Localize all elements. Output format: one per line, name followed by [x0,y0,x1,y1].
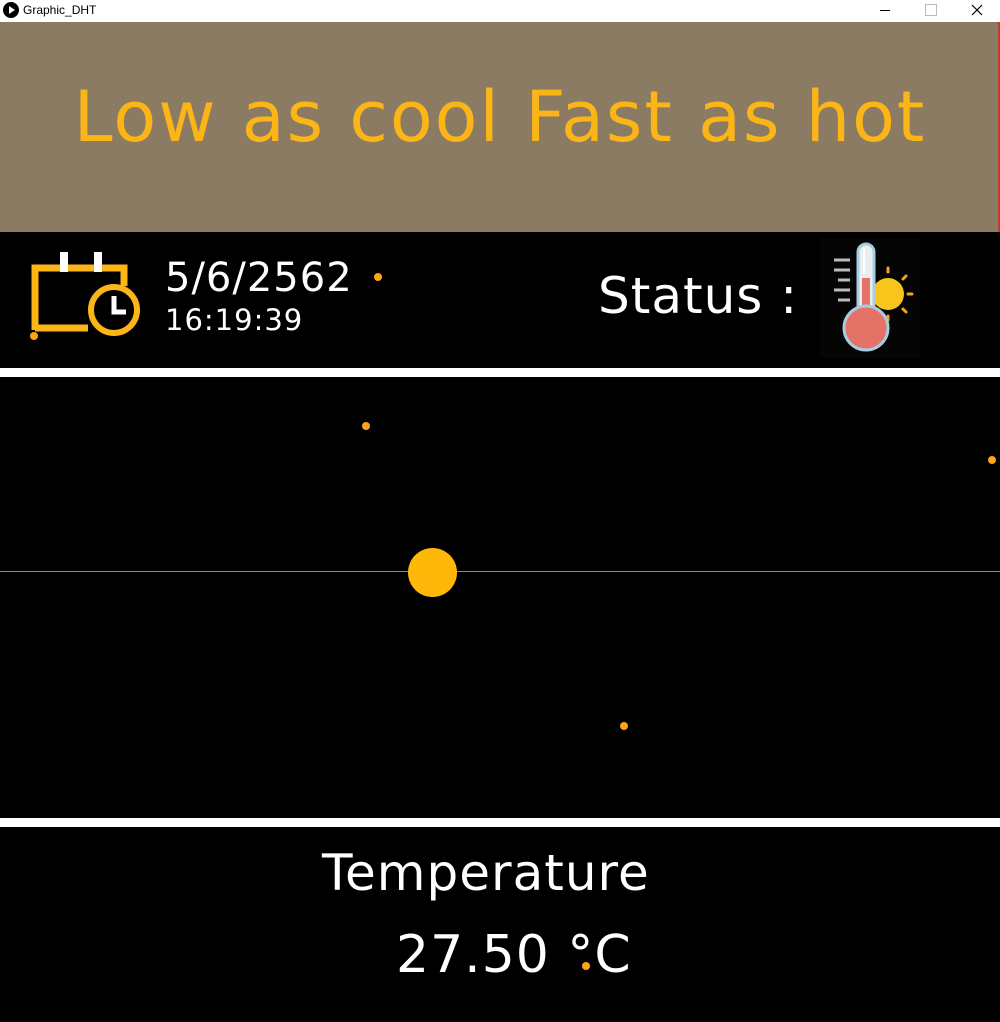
app-icon [3,2,19,18]
divider-bottom [0,818,1000,827]
graph-dot [582,962,590,970]
temperature-readout: Temperature 27.50 °C [0,827,1000,1022]
maximize-button[interactable] [908,0,954,22]
window-title: Graphic_DHT [23,3,97,17]
banner-title: Low as cool Fast as hot [73,76,927,158]
banner: Low as cool Fast as hot [0,22,1000,232]
graph-dot [988,456,996,464]
temperature-value: 27.50 °C [396,925,632,985]
info-row: 5/6/2562 16:19:39 Status : [0,232,1000,368]
date-display: 5/6/2562 [165,255,353,301]
temperature-label: Temperature [322,844,650,902]
thermometer-sun-icon [820,238,920,362]
app-window: Graphic_DHT Low as cool Fast as hot 5/6/… [0,0,1000,1022]
graph-axis-line [0,571,1000,572]
calendar-clock-icon [28,250,144,364]
graph-dot [620,722,628,730]
graph-dot [362,422,370,430]
close-icon [971,4,983,16]
minimize-button[interactable] [862,0,908,22]
title-bar: Graphic_DHT [0,0,1000,22]
status-label: Status : [598,267,799,325]
graph-area [0,377,1000,818]
time-display: 16:19:39 [165,303,304,337]
temperature-indicator-ball [408,548,457,597]
close-button[interactable] [954,0,1000,22]
divider-top [0,368,1000,377]
graph-dot [374,273,382,281]
